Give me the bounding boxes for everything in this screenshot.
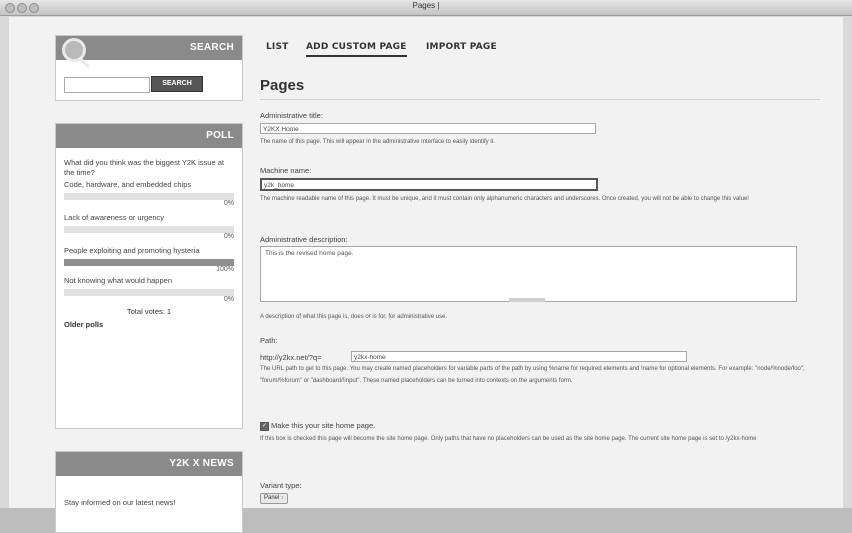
magnifier-icon [62, 38, 86, 62]
page-title: Pages [260, 77, 305, 94]
tab-list[interactable]: LIST [266, 42, 289, 52]
poll-choice-label: Code, hardware, and embedded chips [64, 180, 192, 189]
path-label: Path: [260, 336, 278, 345]
poll-block-title: POLL [206, 130, 234, 141]
poll-block-header: POLL [56, 124, 242, 148]
admin-description-value: This is the revised home page. [265, 250, 354, 257]
poll-choice-label: Lack of awareness or urgency [64, 213, 165, 222]
news-block: Y2K X NEWS Stay informed on our latest n… [55, 451, 243, 533]
poll-body: What did you think was the biggest Y2K i… [64, 158, 234, 329]
poll-choice: People exploiting and promoting hysteria… [64, 246, 234, 273]
tab-import-page[interactable]: IMPORT PAGE [426, 42, 497, 52]
machine-name-description: The machine readable name of this page. … [260, 196, 749, 202]
poll-block: POLL What did you think was the biggest … [55, 123, 243, 429]
path-description: The URL path to get to this page. You ma… [260, 366, 805, 384]
poll-choice-label: People exploiting and promoting hysteria [64, 246, 200, 255]
poll-bar [64, 193, 234, 200]
browser-window: Pages | SEARCH SEARCH POLL What did you … [0, 0, 852, 533]
window-title: Pages | [412, 1, 440, 10]
path-prefix: http://y2kx.net/?q= [260, 353, 322, 362]
homepage-description: If this box is checked this page will be… [260, 436, 757, 442]
poll-question: What did you think was the biggest Y2K i… [64, 158, 224, 177]
machine-name-field[interactable]: y2k_home [260, 178, 598, 191]
variant-type-label: Variant type: [260, 481, 302, 490]
admin-description-label: Administrative description: [260, 235, 348, 244]
search-block: SEARCH SEARCH [55, 35, 243, 101]
poll-bar [64, 259, 234, 266]
poll-bar-fill [64, 259, 234, 266]
poll-choice: Lack of awareness or urgency 0% [64, 213, 234, 240]
variant-type-value: Panel [264, 495, 280, 501]
title-divider [260, 99, 820, 100]
poll-bar [64, 289, 234, 296]
poll-total-votes: Total votes: 1 [126, 307, 172, 316]
poll-choice: Not knowing what would happen 0% [64, 276, 234, 303]
variant-type-select[interactable]: Panel ↕ [260, 493, 288, 504]
admin-title-label: Administrative title: [260, 111, 323, 120]
select-arrows-icon: ↕ [281, 495, 284, 501]
poll-percent: 0% [223, 296, 234, 303]
search-block-header: SEARCH [56, 36, 242, 62]
search-input[interactable] [64, 77, 150, 93]
search-button[interactable]: SEARCH [151, 76, 203, 92]
admin-description-help: A description of what this page is, does… [260, 314, 448, 320]
path-field[interactable]: y2kx-home [351, 351, 687, 362]
poll-percent: 0% [223, 233, 234, 240]
admin-description-textarea[interactable]: This is the revised home page. [260, 246, 797, 302]
search-block-title: SEARCH [189, 42, 234, 53]
page-content: SEARCH SEARCH POLL What did you think wa… [9, 17, 843, 533]
news-block-title: Y2K X NEWS [169, 458, 234, 469]
poll-percent: 0% [223, 200, 234, 207]
machine-name-label: Machine name: [260, 166, 312, 175]
tab-add-custom-page[interactable]: ADD CUSTOM PAGE [306, 42, 407, 57]
resize-grip[interactable] [509, 298, 545, 302]
news-block-header: Y2K X NEWS [56, 452, 242, 476]
poll-choice: Code, hardware, and embedded chips 0% [64, 180, 234, 207]
admin-title-description: The name of this page. This will appear … [260, 139, 496, 145]
poll-bar [64, 226, 234, 233]
admin-title-field[interactable]: Y2KX Home [260, 123, 596, 134]
older-polls-link[interactable]: Older polls [64, 320, 234, 329]
homepage-checkbox[interactable]: ✓ [260, 422, 269, 431]
news-text: Stay informed on our latest news! [64, 498, 176, 507]
title-bar: Pages | [0, 0, 852, 16]
poll-choice-label: Not knowing what would happen [64, 276, 172, 285]
poll-percent: 100% [216, 266, 234, 273]
homepage-label[interactable]: Make this your site home page. [271, 421, 375, 430]
